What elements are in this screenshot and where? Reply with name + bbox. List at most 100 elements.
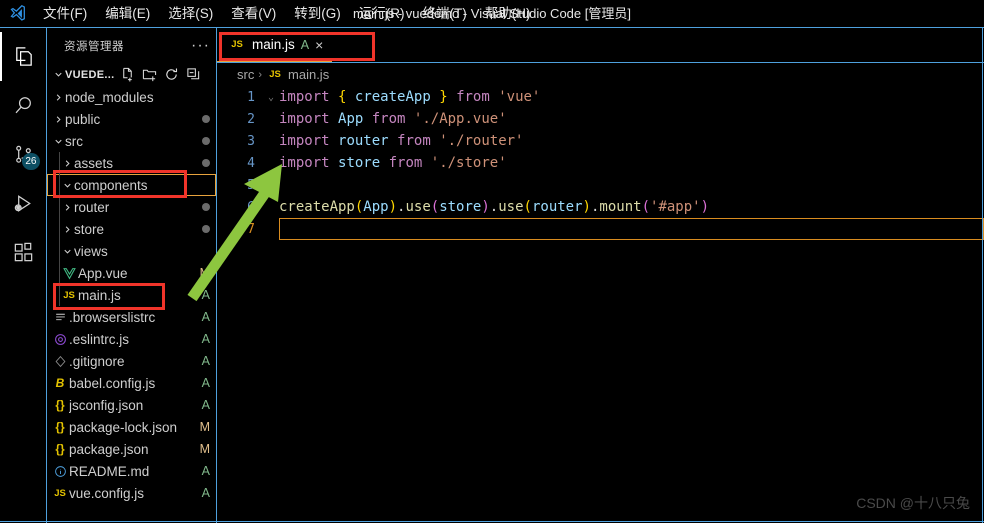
babel-file-icon: B xyxy=(55,376,65,390)
menu-go[interactable]: 转到(G) xyxy=(285,0,350,28)
tree-item-main-js[interactable]: JS main.js A xyxy=(47,284,216,306)
tree-item-eslintrc-js[interactable]: .eslintrc.js A xyxy=(47,328,216,350)
menu-terminal[interactable]: 终端(T) xyxy=(414,0,476,28)
tree-item-label: package-lock.json xyxy=(69,419,178,435)
new-folder-icon[interactable] xyxy=(142,67,157,82)
tree-file-icon-slot xyxy=(51,311,69,324)
line-number: 1 xyxy=(247,89,255,105)
eslint-file-icon xyxy=(51,333,69,346)
tree-item-readme-md[interactable]: README.md A xyxy=(47,460,216,482)
editor-group: JS main.js A × src › JS main.js 1 ⌄ import… xyxy=(217,28,984,523)
js-file-icon: JS xyxy=(269,69,281,80)
tree-item-views[interactable]: views xyxy=(47,240,216,262)
line-number: 6 xyxy=(247,199,255,215)
menu-view[interactable]: 查看(V) xyxy=(222,0,285,28)
workbench-body: 26 资源管理器 ··· VUEDE... node_modules publi… xyxy=(0,28,984,523)
tree-item-babel-config-js[interactable]: Bbabel.config.js A xyxy=(47,372,216,394)
code-text: import { createApp } from 'vue' xyxy=(279,89,541,105)
tree-item-assets[interactable]: assets xyxy=(47,152,216,174)
js-file-icon: JS xyxy=(54,487,66,499)
tree-item-components[interactable]: components xyxy=(47,174,216,196)
menu-selection[interactable]: 选择(S) xyxy=(159,0,222,28)
code-text: createApp(App).use(store).use(router).mo… xyxy=(279,199,710,215)
tree-item-vue-config-js[interactable]: JS vue.config.js A xyxy=(47,482,216,504)
tree-item-label: .browserslistrc xyxy=(69,309,156,325)
tree-indent-guide xyxy=(59,152,60,174)
run-and-debug-icon xyxy=(12,192,35,215)
tree-item-gitignore[interactable]: .gitignore A xyxy=(47,350,216,372)
tree-change-dot xyxy=(202,203,210,211)
chevron-right-icon xyxy=(60,158,74,169)
tree-item-app-vue[interactable]: App.vue M xyxy=(47,262,216,284)
sidebar-more-actions-button[interactable]: ··· xyxy=(191,37,210,53)
source-control-badge: 26 xyxy=(22,153,40,170)
tree-indent-guide xyxy=(59,218,60,240)
activity-extensions-button[interactable] xyxy=(0,228,47,277)
code-line[interactable]: 1 ⌄ import { createApp } from 'vue' xyxy=(217,86,984,108)
tree-item-package-lock-json[interactable]: {} package-lock.json M xyxy=(47,416,216,438)
tree-indent-guide xyxy=(59,240,60,262)
code-line[interactable]: 7 xyxy=(217,218,984,240)
tree-item-router[interactable]: router xyxy=(47,196,216,218)
sidebar-title: 资源管理器 xyxy=(64,40,124,53)
menu-run[interactable]: 运行(R) xyxy=(350,0,414,28)
explorer-root-section[interactable]: VUEDE... xyxy=(47,63,216,86)
menu-help[interactable]: 帮助(H) xyxy=(476,0,540,28)
code-line[interactable]: 6 createApp(App).use(store).use(router).m… xyxy=(217,196,984,218)
activity-run-debug-button[interactable] xyxy=(0,179,47,228)
code-line[interactable]: 3 import router from './router' xyxy=(217,130,984,152)
tree-item-store[interactable]: store xyxy=(47,218,216,240)
tree-item-label: package.json xyxy=(69,441,149,457)
file-tree[interactable]: node_modulespublic src assets components rou… xyxy=(47,86,216,523)
fold-chevron-icon[interactable]: ⌄ xyxy=(263,92,279,103)
chevron-down-icon xyxy=(60,246,74,257)
activity-explorer-button[interactable] xyxy=(0,32,47,81)
code-editor[interactable]: 1 ⌄ import { createApp } from 'vue' 2 import… xyxy=(217,86,984,523)
sidebar-header: 资源管理器 ··· xyxy=(47,28,216,63)
new-file-icon[interactable] xyxy=(120,67,135,82)
search-icon xyxy=(12,94,35,117)
tree-status-badge: A xyxy=(201,486,210,500)
code-line[interactable]: 5 xyxy=(217,174,984,196)
tree-status-badge: A xyxy=(201,376,210,390)
tree-item-label: .gitignore xyxy=(69,353,125,369)
chevron-right-icon xyxy=(51,114,65,125)
breadcrumb-item-src[interactable]: src xyxy=(237,67,254,82)
tree-item-src[interactable]: src xyxy=(47,130,216,152)
chevron-right-icon: › xyxy=(258,68,263,81)
menu-bar[interactable]: 文件(F) 编辑(E) 选择(S) 查看(V) 转到(G) 运行(R) 终端(T… xyxy=(34,0,540,28)
code-line[interactable]: 4 import store from './store' xyxy=(217,152,984,174)
tree-item-package-json[interactable]: {} package.json M xyxy=(47,438,216,460)
tree-item-label: assets xyxy=(74,155,114,171)
tree-item-jsconfig-json[interactable]: {} jsconfig.json A xyxy=(47,394,216,416)
explorer-sidebar: 资源管理器 ··· VUEDE... node_modules public s… xyxy=(47,28,217,523)
refresh-icon[interactable] xyxy=(164,67,179,82)
activity-source-control-button[interactable]: 26 xyxy=(0,130,47,179)
tree-item-label: public xyxy=(65,111,101,127)
tree-item-browserslistrc[interactable]: .browserslistrc A xyxy=(47,306,216,328)
menu-edit[interactable]: 编辑(E) xyxy=(96,0,159,28)
collapse-all-icon[interactable] xyxy=(186,67,201,82)
tree-item-label: .eslintrc.js xyxy=(69,331,130,347)
tree-item-public[interactable]: public xyxy=(47,108,216,130)
code-line[interactable]: 2 import App from './App.vue' xyxy=(217,108,984,130)
tree-indent-guide xyxy=(59,284,60,306)
close-icon[interactable]: × xyxy=(315,38,323,52)
explorer-actions xyxy=(120,67,201,82)
menu-file[interactable]: 文件(F) xyxy=(34,0,96,28)
tree-item-label: App.vue xyxy=(78,265,128,281)
tree-item-node-modules[interactable]: node_modules xyxy=(47,86,216,108)
breadcrumb-item-file[interactable]: JS main.js xyxy=(266,67,329,82)
extensions-icon xyxy=(12,241,35,264)
tab-label: main.js xyxy=(252,37,295,52)
tab-status-badge: A xyxy=(300,37,310,52)
tab-main-js[interactable]: JS main.js A × xyxy=(217,28,333,62)
window-bottom-border xyxy=(0,521,984,522)
activity-search-button[interactable] xyxy=(0,81,47,130)
json-file-icon: {} xyxy=(55,398,65,412)
editor-tabs-bar: JS main.js A × xyxy=(217,28,984,63)
breadcrumb: src › JS main.js xyxy=(217,63,984,86)
tree-status-badge: A xyxy=(201,464,210,478)
tree-status-badge: A xyxy=(201,332,210,346)
js-file-icon: JS xyxy=(63,289,75,301)
